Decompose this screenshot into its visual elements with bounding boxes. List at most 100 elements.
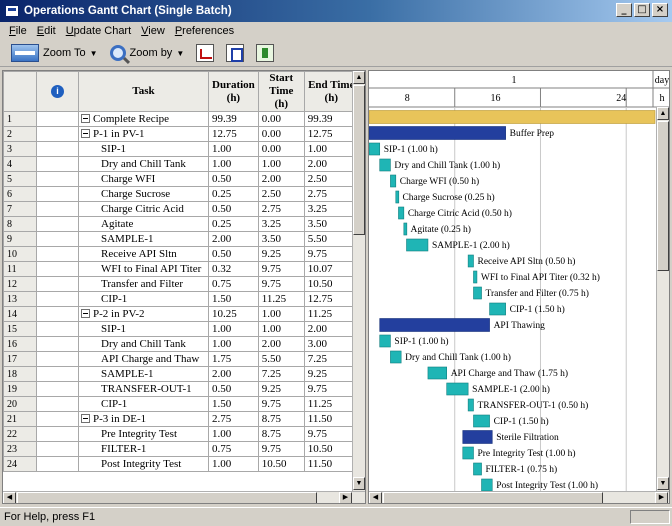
- table-row[interactable]: 8 Agitate 0.25 3.25 3.50: [3, 216, 359, 232]
- duration-cell[interactable]: 0.25: [208, 186, 259, 202]
- start-time-cell[interactable]: 0.00: [257, 126, 305, 142]
- start-time-cell[interactable]: 11.25: [257, 291, 305, 307]
- operation-bar[interactable]: [406, 238, 429, 252]
- task-cell[interactable]: P-1 in PV-1: [78, 126, 209, 142]
- start-time-cell[interactable]: 9.75: [257, 261, 305, 277]
- table-row[interactable]: 11 WFI to Final API Titer 0.32 9.75 10.07: [3, 261, 359, 277]
- info-cell[interactable]: [36, 231, 79, 247]
- end-time-cell[interactable]: 11.50: [303, 456, 359, 472]
- info-cell[interactable]: [36, 381, 79, 397]
- duration-cell[interactable]: 99.39: [208, 111, 259, 127]
- info-cell[interactable]: [36, 246, 79, 262]
- table-row[interactable]: 10 Receive API Sltn 0.50 9.25 9.75: [3, 246, 359, 262]
- start-time-cell[interactable]: 9.25: [257, 246, 305, 262]
- operation-bar[interactable]: [398, 206, 405, 220]
- task-cell[interactable]: Charge WFI: [78, 171, 209, 187]
- start-time-cell[interactable]: 8.75: [257, 426, 305, 442]
- end-time-cell[interactable]: 9.25: [303, 366, 359, 382]
- end-time-cell[interactable]: 11.25: [303, 396, 359, 412]
- end-time-cell[interactable]: 10.50: [303, 276, 359, 292]
- table-row[interactable]: 2 P-1 in PV-1 12.75 0.00 12.75: [3, 126, 359, 142]
- operation-bar[interactable]: [473, 270, 478, 284]
- task-cell[interactable]: CIP-1: [78, 291, 209, 307]
- start-time-cell[interactable]: 7.25: [257, 366, 305, 382]
- end-time-cell[interactable]: 1.00: [303, 141, 359, 157]
- info-cell[interactable]: [36, 396, 79, 412]
- duration-cell[interactable]: 1.00: [208, 336, 259, 352]
- info-cell[interactable]: [36, 411, 79, 427]
- end-time-cell[interactable]: 10.07: [303, 261, 359, 277]
- start-time-cell[interactable]: 1.00: [257, 321, 305, 337]
- task-cell[interactable]: Receive API Sltn: [78, 246, 209, 262]
- end-time-cell[interactable]: 9.75: [303, 426, 359, 442]
- row-number[interactable]: 13: [3, 291, 37, 307]
- operation-bar[interactable]: [427, 366, 447, 380]
- procedure-bar[interactable]: [369, 126, 506, 140]
- duration-cell[interactable]: 1.00: [208, 456, 259, 472]
- scroll-down-icon[interactable]: ▼: [353, 477, 365, 490]
- duration-cell[interactable]: 12.75: [208, 126, 259, 142]
- task-cell[interactable]: Dry and Chill Tank: [78, 336, 209, 352]
- procedure-bar[interactable]: [379, 318, 490, 332]
- operation-bar[interactable]: [467, 254, 474, 268]
- row-number[interactable]: 12: [3, 276, 37, 292]
- duration-cell[interactable]: 0.32: [208, 261, 259, 277]
- menu-view[interactable]: View: [136, 25, 170, 37]
- scroll-right-icon[interactable]: ▶: [655, 492, 668, 503]
- task-cell[interactable]: Post Integrity Test: [78, 456, 209, 472]
- table-row[interactable]: 21 P-3 in DE-1 2.75 8.75 11.50: [3, 411, 359, 427]
- info-cell[interactable]: [36, 321, 79, 337]
- end-time-cell[interactable]: 3.25: [303, 201, 359, 217]
- duration-cell[interactable]: 2.00: [208, 366, 259, 382]
- collapse-icon[interactable]: [81, 414, 90, 423]
- row-number[interactable]: 6: [3, 186, 37, 202]
- table-row[interactable]: 22 Pre Integrity Test 1.00 8.75 9.75: [3, 426, 359, 442]
- operation-bar[interactable]: [403, 222, 408, 236]
- row-number[interactable]: 15: [3, 321, 37, 337]
- table-row[interactable]: 24 Post Integrity Test 1.00 10.50 11.50: [3, 456, 359, 472]
- operation-bar[interactable]: [390, 350, 402, 364]
- start-time-cell[interactable]: 9.75: [257, 441, 305, 457]
- row-number[interactable]: 8: [3, 216, 37, 232]
- recipe-bar[interactable]: [369, 110, 656, 124]
- duration-cell[interactable]: 0.50: [208, 381, 259, 397]
- duration-cell[interactable]: 2.00: [208, 231, 259, 247]
- duration-cell[interactable]: 0.50: [208, 246, 259, 262]
- scroll-right-icon[interactable]: ▶: [339, 492, 352, 503]
- zoom-to-button[interactable]: Zoom To ▼: [8, 42, 101, 64]
- start-time-cell[interactable]: 1.00: [257, 156, 305, 172]
- menu-file[interactable]: File: [4, 25, 32, 37]
- end-time-cell[interactable]: 10.50: [303, 441, 359, 457]
- row-number[interactable]: 14: [3, 306, 37, 322]
- end-time-cell[interactable]: 2.00: [303, 321, 359, 337]
- info-cell[interactable]: [36, 171, 79, 187]
- info-cell[interactable]: [36, 261, 79, 277]
- scroll-thumb[interactable]: [657, 121, 669, 271]
- start-time-cell[interactable]: 2.00: [257, 171, 305, 187]
- scroll-down-icon[interactable]: ▼: [657, 477, 669, 490]
- table-row[interactable]: 23 FILTER-1 0.75 9.75 10.50: [3, 441, 359, 457]
- info-cell[interactable]: [36, 186, 79, 202]
- row-number[interactable]: 11: [3, 261, 37, 277]
- duration-cell[interactable]: 10.25: [208, 306, 259, 322]
- duration-cell[interactable]: 1.50: [208, 396, 259, 412]
- row-number[interactable]: 7: [3, 201, 37, 217]
- start-time-cell[interactable]: 5.50: [257, 351, 305, 367]
- table-row[interactable]: 6 Charge Sucrose 0.25 2.50 2.75: [3, 186, 359, 202]
- operation-bar[interactable]: [489, 302, 506, 316]
- start-time-cell[interactable]: 8.75: [257, 411, 305, 427]
- operation-bar[interactable]: [473, 414, 490, 428]
- table-row[interactable]: 1 Complete Recipe 99.39 0.00 99.39: [3, 111, 359, 127]
- start-time-cell[interactable]: 2.50: [257, 186, 305, 202]
- table-row[interactable]: 16 Dry and Chill Tank 1.00 2.00 3.00: [3, 336, 359, 352]
- duration-cell[interactable]: 0.25: [208, 216, 259, 232]
- task-cell[interactable]: SIP-1: [78, 141, 209, 157]
- table-row[interactable]: 19 TRANSFER-OUT-1 0.50 9.25 9.75: [3, 381, 359, 397]
- task-cell[interactable]: Charge Citric Acid: [78, 201, 209, 217]
- scroll-thumb[interactable]: [353, 85, 365, 235]
- scroll-up-icon[interactable]: ▲: [657, 107, 669, 120]
- start-time-cell[interactable]: 1.00: [257, 306, 305, 322]
- menu-update-chart[interactable]: Update Chart: [61, 25, 136, 37]
- row-number[interactable]: 24: [3, 456, 37, 472]
- equipment-view-button[interactable]: [223, 42, 247, 64]
